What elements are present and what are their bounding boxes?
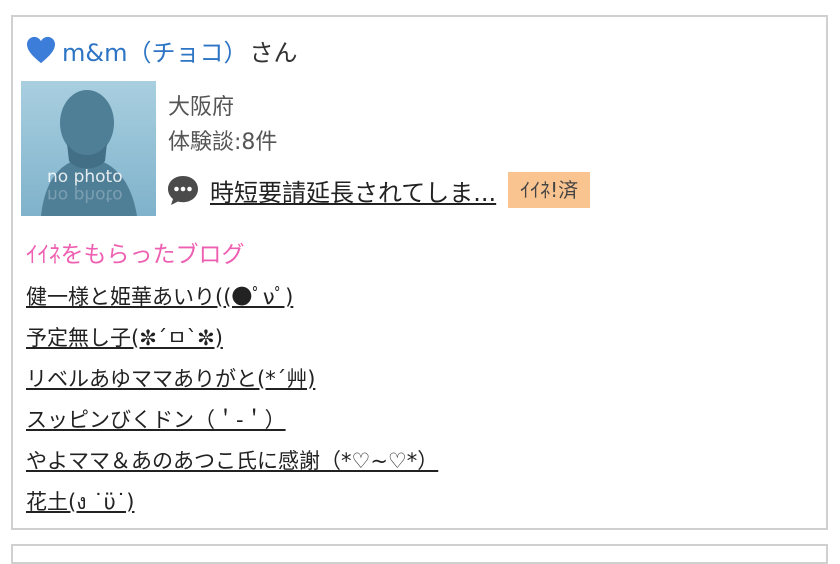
heart-icon bbox=[27, 36, 55, 64]
no-photo-reflection: no photo bbox=[47, 185, 123, 205]
user-name-link[interactable]: m&m（チョコ） bbox=[62, 33, 247, 68]
name-suffix: さん bbox=[249, 38, 298, 67]
next-card bbox=[11, 544, 828, 564]
list-item: リベルあゆママありがと(*´艸) bbox=[26, 363, 438, 404]
no-photo-caption: no photo bbox=[47, 167, 123, 187]
list-item: スッピンびくドン（＇-＇） bbox=[26, 404, 438, 445]
latest-post: 時短要請延長されてしま... ｲｲﾈ!済 bbox=[166, 172, 591, 208]
blog-link[interactable]: 予定無し子(✼´ㅁ`✼) bbox=[26, 326, 223, 350]
liked-blogs-list: 健一様と姫華あいり((●ﾟνﾟ) 予定無し子(✼´ㅁ`✼) リベルあゆママありが… bbox=[26, 281, 438, 527]
list-item: 予定無し子(✼´ㅁ`✼) bbox=[26, 322, 438, 363]
list-item: 花土(ง ˙ϋ˙) bbox=[26, 486, 438, 527]
blog-link[interactable]: 花土(ง ˙ϋ˙) bbox=[26, 490, 134, 514]
liked-badge: ｲｲﾈ!済 bbox=[508, 172, 591, 208]
blog-link[interactable]: やよママ＆あのあつこ氏に感謝（*♡~♡*） bbox=[26, 449, 438, 473]
user-card: m&m（チョコ） さん no photo no photo 大阪府 体験談:8件… bbox=[11, 15, 828, 530]
speech-bubble-icon bbox=[168, 176, 198, 205]
liked-blogs-heading: ｲｲﾈをもらったブログ bbox=[26, 242, 245, 268]
prefecture: 大阪府 bbox=[168, 95, 235, 120]
blog-link[interactable]: スッピンびくドン（＇-＇） bbox=[26, 408, 286, 432]
list-item: 健一様と姫華あいり((●ﾟνﾟ) bbox=[26, 281, 438, 322]
list-item: やよママ＆あのあつこ氏に感謝（*♡~♡*） bbox=[26, 445, 438, 486]
blog-link[interactable]: リベルあゆママありがと(*´艸) bbox=[26, 367, 315, 391]
user-header: m&m（チョコ） さん bbox=[26, 33, 297, 67]
blog-link[interactable]: 健一様と姫華あいり((●ﾟνﾟ) bbox=[26, 285, 293, 309]
experience-count: 体験談:8件 bbox=[168, 130, 278, 155]
post-title-link[interactable]: 時短要請延長されてしま... bbox=[210, 173, 496, 208]
avatar[interactable]: no photo no photo bbox=[21, 81, 156, 216]
